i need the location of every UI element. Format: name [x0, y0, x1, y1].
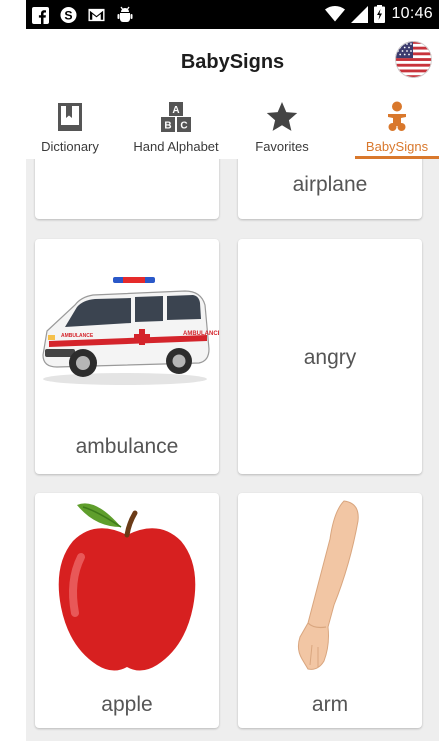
sign-card-ambulance[interactable]: AMBULANCE AMBULANCE ambulance: [35, 239, 222, 474]
ambulance-image: AMBULANCE AMBULANCE: [35, 269, 222, 389]
sign-card-arm[interactable]: arm: [238, 493, 422, 728]
android-debug-icon: [116, 6, 133, 24]
status-time: 10:46: [391, 5, 433, 22]
sign-card-label: arm: [311, 693, 349, 716]
svg-text:A: A: [172, 105, 179, 116]
sign-card-airplane[interactable]: airplane: [238, 159, 422, 219]
battery-charging-icon: [374, 5, 386, 23]
app-bar: BabySigns: [26, 29, 439, 95]
tab-label: Dictionary: [41, 139, 99, 154]
skype-icon: S: [60, 6, 77, 24]
tab-bar: Dictionary ABC Hand Alphabet Favorites B…: [26, 95, 439, 159]
tab-label: BabySigns: [365, 139, 429, 154]
us-flag-icon: [395, 41, 432, 78]
status-bar: S 10:46: [26, 0, 439, 29]
svg-text:AMBULANCE: AMBULANCE: [61, 333, 94, 339]
facebook-icon: [32, 6, 49, 24]
tab-dictionary[interactable]: Dictionary: [26, 95, 114, 156]
sign-card-label: apple: [101, 693, 153, 716]
tab-favorites[interactable]: Favorites: [239, 95, 325, 156]
sign-card-label: ambulance: [75, 435, 179, 458]
language-flag-button[interactable]: [395, 41, 432, 78]
tab-babysigns[interactable]: BabySigns: [355, 95, 439, 156]
tab-hand-alphabet[interactable]: ABC Hand Alphabet: [124, 95, 228, 156]
svg-text:C: C: [180, 121, 187, 132]
sign-card[interactable]: [35, 159, 219, 219]
sign-card-angry[interactable]: angry: [238, 239, 422, 474]
gmail-icon: [88, 7, 105, 24]
svg-text:AMBULANCE: AMBULANCE: [183, 331, 219, 337]
sign-card-label: angry: [303, 346, 357, 369]
svg-text:B: B: [164, 121, 171, 132]
star-icon: [265, 100, 299, 134]
tab-label: Hand Alphabet: [133, 139, 219, 154]
signs-grid[interactable]: airplane AMBULANCE AMBULANCE ambulance a…: [26, 159, 439, 741]
tab-label: Favorites: [255, 139, 309, 154]
svg-text:S: S: [64, 8, 72, 22]
dictionary-icon: [53, 100, 87, 134]
wifi-icon: [325, 6, 346, 23]
arm-image: [238, 495, 422, 675]
sign-card-apple[interactable]: apple: [35, 493, 219, 728]
cellular-signal-icon: [351, 5, 369, 23]
apple-image: [35, 497, 219, 679]
sign-card-label: airplane: [292, 173, 368, 196]
app-title: BabySigns: [180, 51, 285, 73]
alphabet-blocks-icon: ABC: [159, 100, 193, 134]
baby-icon: [380, 100, 414, 134]
